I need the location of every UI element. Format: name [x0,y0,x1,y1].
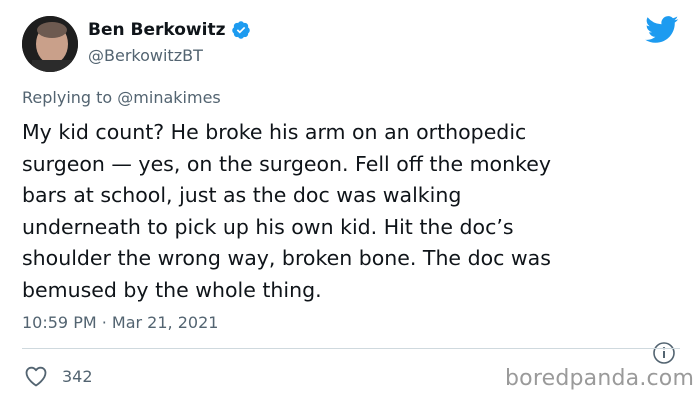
tweet-text-line: underneath to pick up his own kid. Hit t… [22,214,514,239]
watermark-text: boredpanda.com [505,366,695,391]
like-count: 342 [62,366,93,386]
author-handle[interactable]: @BerkowitzBT [88,46,203,65]
reply-mention-link[interactable]: @minakimes [117,88,220,107]
author-display-name-row[interactable]: Ben Berkowitz [88,20,251,40]
author-display-name[interactable]: Ben Berkowitz [88,20,225,40]
reply-context: Replying to @minakimes [22,88,221,107]
tweet-timestamp[interactable]: 10:59 PM · Mar 21, 2021 [22,313,218,332]
verified-badge-icon [232,21,251,39]
tweet-text-line: bars at school, just as the doc was walk… [22,183,462,207]
tweet-text-line: surgeon — yes, on the surgeon. Fell off … [22,151,551,176]
like-action[interactable]: 342 [24,365,93,387]
reply-prefix: Replying to [22,88,113,107]
twitter-bird-icon[interactable] [645,16,679,44]
tweet-text-line: bemused by the whole thing. [22,277,322,302]
tweet-text-line: shoulder the wrong way, broken bone. The… [22,246,551,270]
avatar-image [22,16,78,72]
tweet-text-line: My kid count? He broke his arm on an ort… [22,120,527,144]
tweet-text: My kid count? He broke his arm on an ort… [22,117,682,306]
heart-icon[interactable] [24,365,48,387]
avatar[interactable] [22,16,78,72]
info-icon[interactable] [652,341,676,365]
divider [22,348,680,349]
